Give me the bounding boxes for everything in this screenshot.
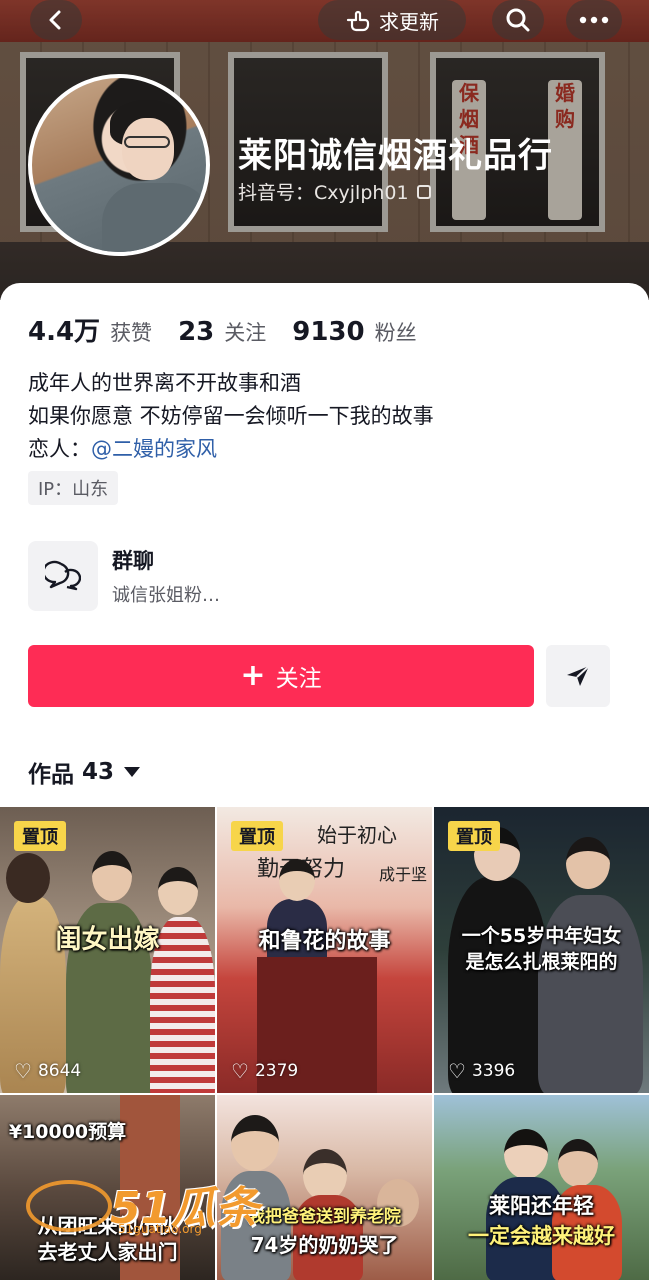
search-button[interactable] [492,0,544,40]
following-label: 关注 [224,321,267,345]
video-caption: ¥10000预算 [8,1121,127,1143]
video-caption: 一个55岁中年妇女 是怎么扎根莱阳的 [461,925,622,973]
request-update-button[interactable]: 求更新 [318,0,466,40]
like-count: ♡ 2379 [231,1059,299,1083]
like-count: ♡ 8644 [14,1059,82,1083]
video-caption: 和鲁花的故事 [258,929,391,954]
ip-location-tag: IP：山东 [28,471,119,505]
video-tile[interactable]: 莱阳还年轻 一定会越来越好 [434,1095,649,1280]
bio-line: 如果你愿意 不妨停留一会倾听一下我的故事 [28,404,434,428]
video-tile[interactable]: 始于初心 勤于努力 成于坚 置顶 和鲁花的故事 ♡2379 [217,807,432,1093]
pinned-badge: 置顶 [14,821,66,851]
video-tile[interactable]: 置顶 一个55岁中年妇女 是怎么扎根莱阳的 ♡ 3396 [434,807,649,1093]
like-count: ♡ 3396 [448,1059,516,1083]
more-button[interactable] [566,0,622,40]
stats-row: 4.4万 获赞 23 关注 9130 粉丝 [28,311,443,348]
profile-card: 4.4万 获赞 23 关注 9130 粉丝 成年人的世界离不开故事和酒 如果你愿… [0,283,649,1280]
back-button[interactable] [30,0,82,40]
pinned-badge: 置顶 [448,821,500,851]
bio-line: 恋人：@二嫚的家风 [28,433,434,466]
plus-icon: + [240,658,266,693]
watermark-emblem [26,1180,112,1232]
send-icon [567,665,590,686]
douyin-id-text: 抖音号：Cxyjlph01 [238,182,409,204]
request-update-label: 求更新 [379,9,439,34]
group-chat-entry[interactable]: 群聊 诚信张姐粉… [28,541,618,611]
chevron-left-icon [49,10,61,30]
share-button[interactable] [546,645,610,707]
watermark-logo: 51瓜条 51guatiao.org [26,1172,259,1242]
watermark-url: 51guatiao.org [118,1222,202,1236]
douyin-id[interactable]: 抖音号：Cxyjlph01 [238,178,431,205]
followers-label: 粉丝 [374,321,417,345]
heart-icon: ♡ [448,1059,466,1083]
caret-down-icon [124,767,141,777]
video-tile[interactable]: 置顶 闺女出嫁 ♡ 8644 [0,807,215,1093]
banner-text: 成于坚 [379,865,428,884]
works-tab[interactable]: 作品 43 [28,755,141,789]
likes-label: 获赞 [110,321,153,345]
profile-name: 莱阳诚信烟酒礼品行 [238,136,553,176]
search-icon [506,8,530,32]
video-caption: 莱阳还年轻 一定会越来越好 [468,1194,615,1248]
works-count: 43 [82,759,115,785]
hand-point-icon [346,10,370,32]
followers-count[interactable]: 9130 [292,317,364,347]
mention-link[interactable]: @二嫚的家风 [91,437,217,461]
avatar[interactable] [28,74,210,256]
follow-button[interactable]: + 关注 [28,645,534,707]
copy-icon[interactable] [416,184,431,199]
likes-count[interactable]: 4.4万 [28,311,100,348]
following-count[interactable]: 23 [178,317,214,347]
pinned-badge: 置顶 [231,821,283,851]
heart-icon: ♡ [14,1059,32,1083]
bio: 成年人的世界离不开故事和酒 如果你愿意 不妨停留一会倾听一下我的故事 恋人：@二… [28,367,434,466]
heart-icon: ♡ [231,1059,249,1083]
group-chat-title: 群聊 [112,549,154,573]
banner-text: 始于初心 [317,823,397,847]
follow-label: 关注 [275,666,322,692]
bio-partner-prefix: 恋人： [28,437,91,461]
bio-line: 成年人的世界离不开故事和酒 [28,371,301,395]
group-chat-icon [28,541,98,611]
video-caption: 闺女出嫁 [55,925,160,955]
more-dots-icon [579,16,609,24]
works-label: 作品 [28,762,74,788]
group-chat-desc: 诚信张姐粉… [112,585,220,606]
